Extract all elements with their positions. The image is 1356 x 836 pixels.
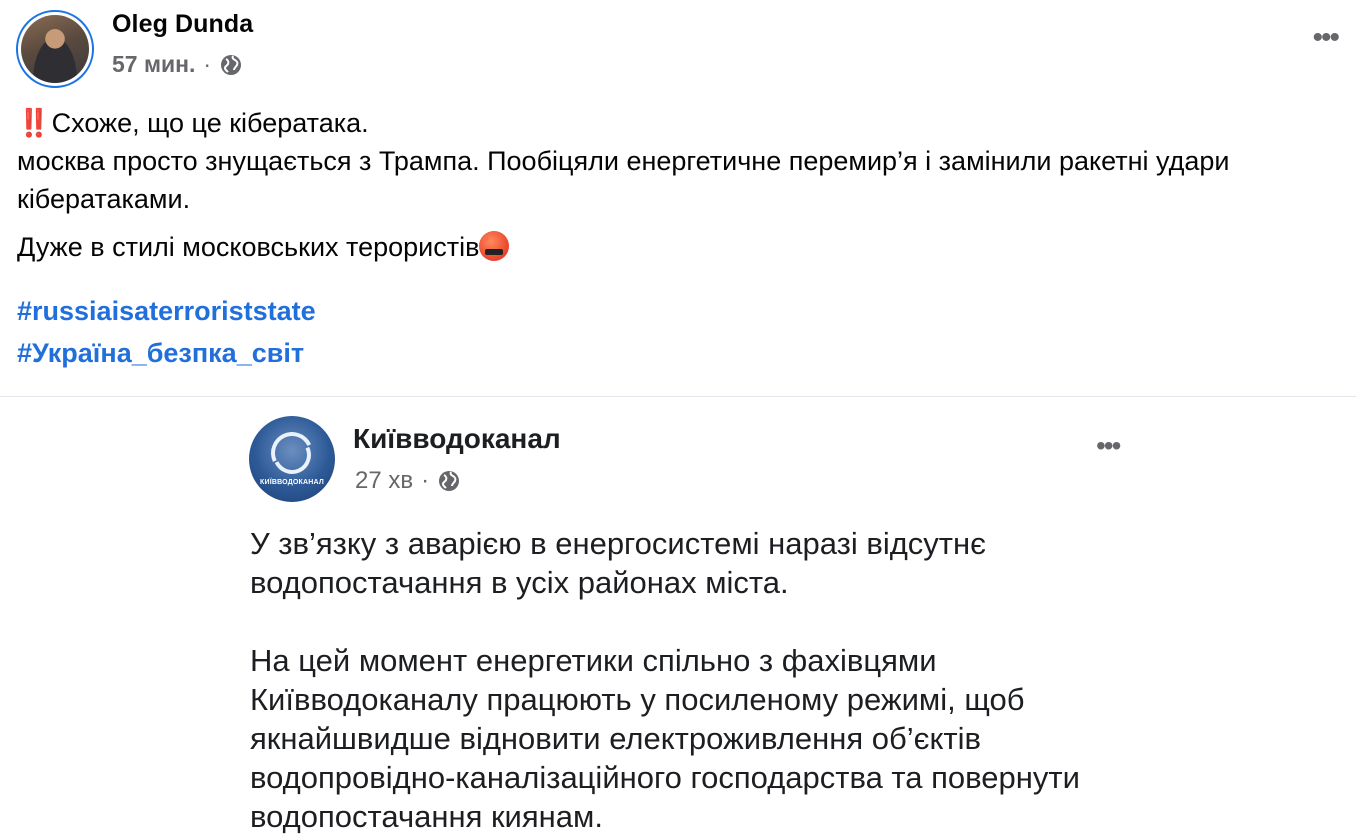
avatar-image [21,15,89,83]
author-avatar[interactable] [16,10,94,88]
post-line-1: ‼️ Схоже, що це кібератака. [17,104,1347,142]
post-meta: 57 мин. · [112,51,243,78]
post-text-line-3: Дуже в стилі московських терористів [17,232,480,262]
post-timestamp[interactable]: 57 мин. [112,51,195,78]
hashtag-link[interactable]: #Україна_безпка_світ [17,332,316,374]
meta-separator: · [203,51,212,77]
author-name[interactable]: Oleg Dunda [112,10,253,39]
hashtag-list: #russiaisaterroriststate #Україна_безпка… [17,290,316,374]
shared-timestamp: 27 хв [355,467,414,494]
shared-post-text: У зв’язку з аварією в енергосистемі нара… [250,524,1150,836]
hashtag-link[interactable]: #russiaisaterroriststate [17,290,316,332]
more-options-icon: ••• [1096,430,1121,461]
shared-paragraph-1: У зв’язку з аварією в енергосистемі нара… [250,526,986,600]
shared-page-name: Київводоканал [353,423,561,454]
shared-meta: 27 хв · [355,467,461,495]
logo-caption: КИЇВВОДОКАНАЛ [260,479,324,486]
post-line-2: москва просто знущається з Трампа. Пообі… [17,146,1230,214]
post-text-line-1: Схоже, що це кібератака. [51,108,369,138]
angry-face-icon [479,231,510,261]
shared-paragraph-2: На цей момент енергетики спільно з фахів… [250,643,1080,834]
logo-swirl [267,430,317,480]
meta-separator: · [421,467,430,494]
more-options-icon[interactable]: ••• [1312,23,1339,53]
double-exclamation-icon: ‼️ [17,108,51,138]
kyivvodokanal-logo: КИЇВВОДОКАНАЛ [249,416,335,502]
facebook-post: Oleg Dunda 57 мин. · ••• ‼️ Схоже, що це … [0,0,1356,836]
post-body: ‼️ Схоже, що це кібератака. москва просто… [17,104,1347,266]
post-line-3: Дуже в стилі московських терористів [17,228,1347,266]
globe-icon[interactable] [219,53,243,77]
globe-icon [439,471,460,491]
